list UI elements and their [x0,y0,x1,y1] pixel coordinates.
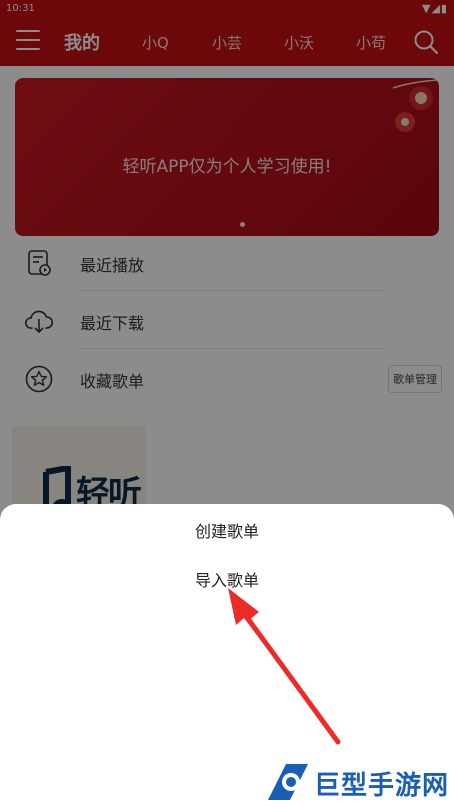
app-screen: 10:31 ▼◢▮ 我的 小Q 小芸 小沃 小苟 轻听APP仅为个人学习使用! [0,0,454,807]
watermark-text: 巨型手游网 [314,771,450,801]
watermark-logo-icon [268,764,308,800]
watermark: 巨型手游网 [262,757,454,807]
import-playlist-option[interactable]: 导入歌单 [0,567,454,591]
create-playlist-option[interactable]: 创建歌单 [0,518,454,542]
